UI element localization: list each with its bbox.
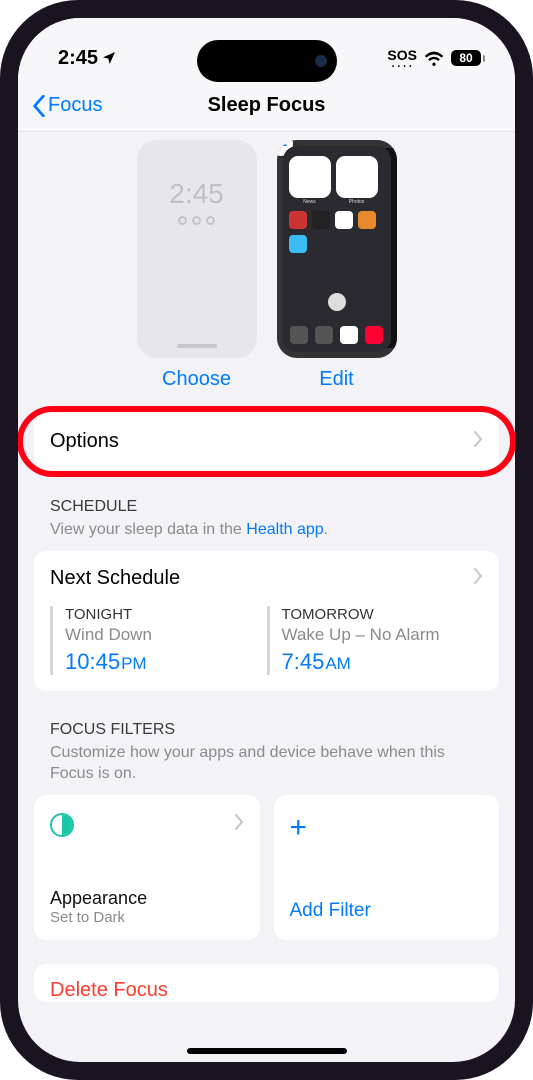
battery-indicator: 80 — [451, 50, 485, 66]
appearance-icon — [50, 813, 74, 837]
focus-filters-header: FOCUS FILTERS — [34, 721, 499, 739]
plus-icon: + — [290, 813, 484, 843]
next-schedule-card[interactable]: Next Schedule TONIGHT Wind Down 10:45PM … — [34, 551, 499, 691]
chevron-right-icon — [234, 814, 244, 835]
back-button[interactable]: Focus — [32, 94, 102, 117]
home-screen-preview[interactable]: – News Photos — [277, 140, 397, 358]
page-title: Sleep Focus — [208, 94, 326, 117]
choose-button[interactable]: Choose — [162, 368, 231, 391]
status-time: 2:45 — [58, 47, 98, 70]
tomorrow-column: TOMORROW Wake Up – No Alarm 7:45AM — [267, 606, 472, 675]
wifi-icon — [424, 51, 444, 66]
next-schedule-title: Next Schedule — [50, 567, 180, 590]
appearance-filter-card[interactable]: Appearance Set to Dark — [34, 795, 260, 940]
delete-focus-button[interactable]: Delete Focus — [34, 964, 499, 1002]
back-label: Focus — [48, 94, 102, 117]
chevron-right-icon — [473, 430, 483, 453]
options-row[interactable]: Options — [34, 413, 499, 470]
chevron-right-icon — [473, 568, 483, 589]
edit-button[interactable]: Edit — [319, 368, 353, 391]
lock-screen-preview[interactable]: 2:45 — [137, 140, 257, 358]
location-icon — [101, 50, 117, 66]
add-filter-card[interactable]: + Add Filter — [274, 795, 500, 940]
navigation-bar: Focus Sleep Focus — [18, 80, 515, 132]
tonight-column: TONIGHT Wind Down 10:45PM — [50, 606, 255, 675]
health-app-link[interactable]: Health app — [246, 521, 323, 538]
add-filter-label: Add Filter — [290, 900, 371, 922]
appearance-title: Appearance — [50, 888, 244, 909]
schedule-header: SCHEDULE — [34, 498, 499, 516]
appearance-sub: Set to Dark — [50, 909, 244, 926]
focus-filters-subtext: Customize how your apps and device behav… — [34, 739, 499, 795]
screen-previews: 2:45 Choose – News Photos — [34, 132, 499, 401]
dynamic-island — [197, 40, 337, 82]
home-indicator[interactable] — [187, 1048, 347, 1054]
options-label: Options — [50, 430, 119, 453]
schedule-subtext: View your sleep data in the Health app. — [34, 516, 499, 551]
sos-indicator: SOS • • • • — [387, 47, 417, 69]
